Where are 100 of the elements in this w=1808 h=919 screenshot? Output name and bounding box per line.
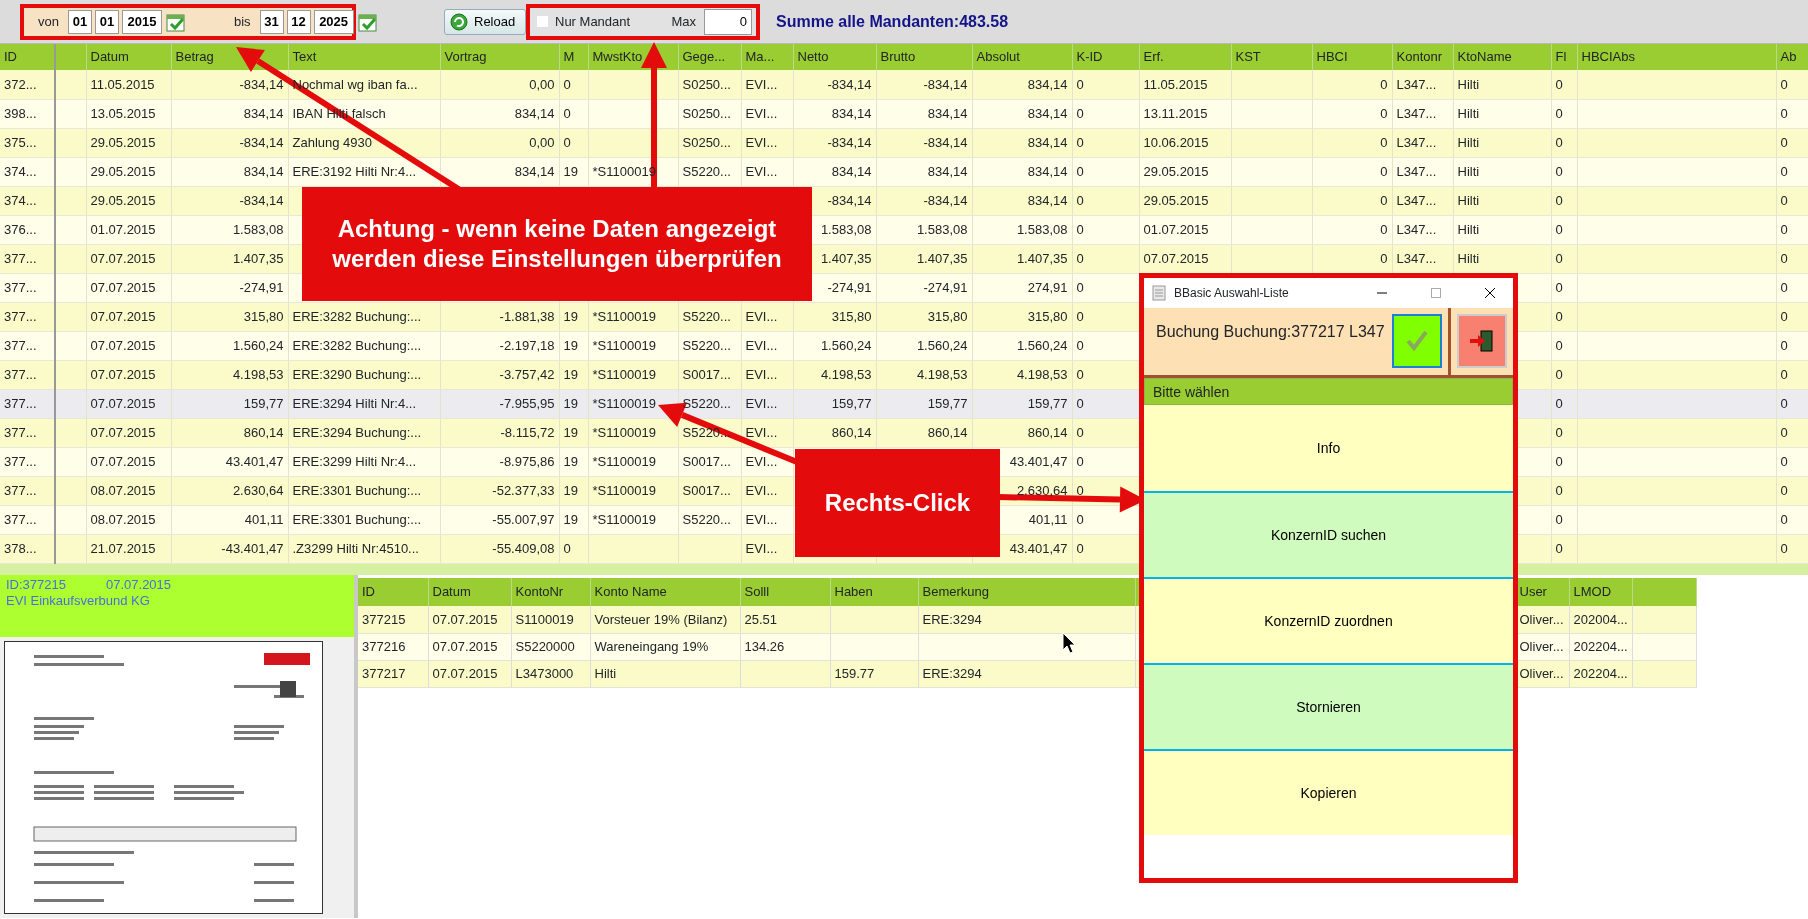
month-field[interactable]: 12 (286, 9, 311, 34)
table-cell: 29.05.2015 (1143, 192, 1209, 208)
month-field[interactable]: 01 (94, 9, 119, 34)
table-cell: 159,77 (831, 395, 872, 411)
column-header[interactable]: Fl (1551, 44, 1577, 70)
column-header[interactable]: Kontonr (1392, 44, 1453, 70)
column-header[interactable]: Ab (1776, 44, 1808, 70)
date-label: von (38, 12, 59, 31)
column-header[interactable]: Datum (428, 578, 511, 606)
column-header[interactable]: K-ID (1072, 44, 1139, 70)
day-field[interactable]: 01 (67, 9, 92, 34)
table-cell: S1100019 (511, 606, 590, 633)
column-header[interactable]: Vortrag (440, 44, 559, 70)
table-cell: 0 (1076, 279, 1084, 295)
menu-option[interactable]: Info (1144, 405, 1513, 491)
table-cell: 0 (1076, 250, 1084, 266)
nur-mandant-checkbox[interactable] (536, 15, 549, 28)
column-header[interactable]: Gege... (678, 44, 741, 70)
table-cell: 0 (1076, 424, 1084, 440)
column-header[interactable]: Absolut (972, 44, 1072, 70)
column-header[interactable]: HBCI (1312, 44, 1392, 70)
table-cell: 834,14 (831, 163, 872, 179)
column-header[interactable]: User (1515, 578, 1569, 606)
column-header[interactable]: KontoNr (511, 578, 590, 606)
menu-option[interactable]: KonzernID suchen (1144, 491, 1513, 577)
table-cell: 159,77 (927, 395, 968, 411)
table-cell: 19 (563, 424, 578, 440)
table-cell: 4.198,53 (916, 366, 968, 382)
column-header[interactable]: Datum (86, 44, 171, 70)
table-cell: *S1100019 (592, 424, 656, 440)
table-cell: ERE:3282 Buchung:... (292, 308, 422, 324)
column-header[interactable]: HBCIAbs (1577, 44, 1776, 70)
table-cell: EVI... (745, 540, 778, 556)
table-cell: EVI... (745, 76, 778, 92)
column-header[interactable]: Netto (793, 44, 876, 70)
reload-button[interactable]: Reload (444, 8, 526, 35)
menu-option[interactable]: Stornieren (1144, 663, 1513, 749)
table-cell: 401,11 (244, 511, 284, 527)
table-cell: EVI... (745, 366, 778, 382)
table-cell: -834,14 (923, 192, 968, 208)
table-cell: *S1100019 (592, 453, 656, 469)
window-title: BBasic Auswahl-Liste (1174, 285, 1290, 302)
column-header[interactable]: KtoName (1453, 44, 1551, 70)
table-cell: 25.51 (740, 606, 830, 633)
table-cell: 0 (1555, 395, 1563, 411)
day-field[interactable]: 31 (259, 9, 284, 34)
column-header[interactable]: Erf. (1139, 44, 1231, 70)
table-cell: 0 (1780, 511, 1788, 527)
table-cell: L347... (1396, 163, 1437, 179)
table-cell: 0 (1076, 395, 1084, 411)
column-header[interactable]: M (559, 44, 588, 70)
column-header[interactable]: KST (1231, 44, 1312, 70)
table-cell: 134.26 (740, 633, 830, 660)
column-header[interactable]: Text (288, 44, 440, 70)
table-cell: 0 (1380, 250, 1388, 266)
max-field[interactable]: 0 (704, 8, 752, 35)
table-cell: Hilti (1457, 192, 1480, 208)
table-cell: 0,00 (529, 134, 555, 150)
column-header[interactable]: Ma... (741, 44, 793, 70)
table-cell: Vorsteuer 19% (Bilanz) (590, 606, 740, 633)
summary-text: Summe alle Mandanten:483.58 (776, 11, 1009, 32)
table-cell: S0017... (682, 366, 731, 382)
column-header[interactable]: Konto Name (590, 578, 740, 606)
table-cell: 315,80 (831, 308, 872, 324)
table-cell: 159.77 (830, 660, 918, 687)
table-cell: ERE:3294 (918, 660, 1135, 687)
table-cell: 11.05.2015 (90, 76, 155, 92)
column-header[interactable]: Bemerkung (918, 578, 1135, 606)
exit-button[interactable] (1457, 314, 1507, 368)
menu-option[interactable]: KonzernID zuordnen (1144, 577, 1513, 663)
table-cell: 0 (1780, 76, 1788, 92)
table-cell: 07.07.2015 (428, 660, 511, 687)
table-cell: 2.630,64 (232, 482, 284, 498)
table-cell: S0017... (682, 482, 731, 498)
table-cell: 0 (563, 105, 571, 121)
confirm-button[interactable] (1392, 314, 1442, 368)
column-header[interactable]: Haben (830, 578, 918, 606)
table-cell: -274,91 (923, 279, 968, 295)
menu-option[interactable]: Kopieren (1144, 749, 1513, 835)
table-cell: S5220... (682, 395, 731, 411)
table-cell: 19 (563, 308, 578, 324)
table-cell: -834,14 (827, 134, 872, 150)
table-cell: 0 (1380, 163, 1388, 179)
year-field[interactable]: 2015 (121, 9, 162, 34)
table-row[interactable]: 375... 29.05.2015 -834,14 Zahlung 4930 0,00 0 S0250... EVI... -834,14 -834,14 834,14 0 10.06.2015 0 L347... Hilti 0 0 (0, 128, 1808, 157)
column-header[interactable]: ID (0, 44, 55, 70)
table-cell: 375... (4, 134, 37, 150)
table-cell: 0 (1780, 540, 1788, 556)
table-cell: 0 (1555, 192, 1563, 208)
table-cell: ERE:3294 (918, 606, 1135, 633)
table-cell: 43.401,47 (1009, 453, 1068, 469)
table-cell: 0 (1555, 453, 1563, 469)
table-cell: 11.05.2015 (1143, 76, 1208, 92)
year-field[interactable]: 2025 (313, 9, 354, 34)
column-header[interactable]: ID (358, 578, 428, 606)
column-header[interactable]: LMOD (1569, 578, 1632, 606)
column-header[interactable]: Brutto (876, 44, 972, 70)
column-header[interactable]: Solll (740, 578, 830, 606)
table-cell: EVI... (745, 511, 778, 527)
list-heading: Bitte wählen (1144, 378, 1513, 405)
